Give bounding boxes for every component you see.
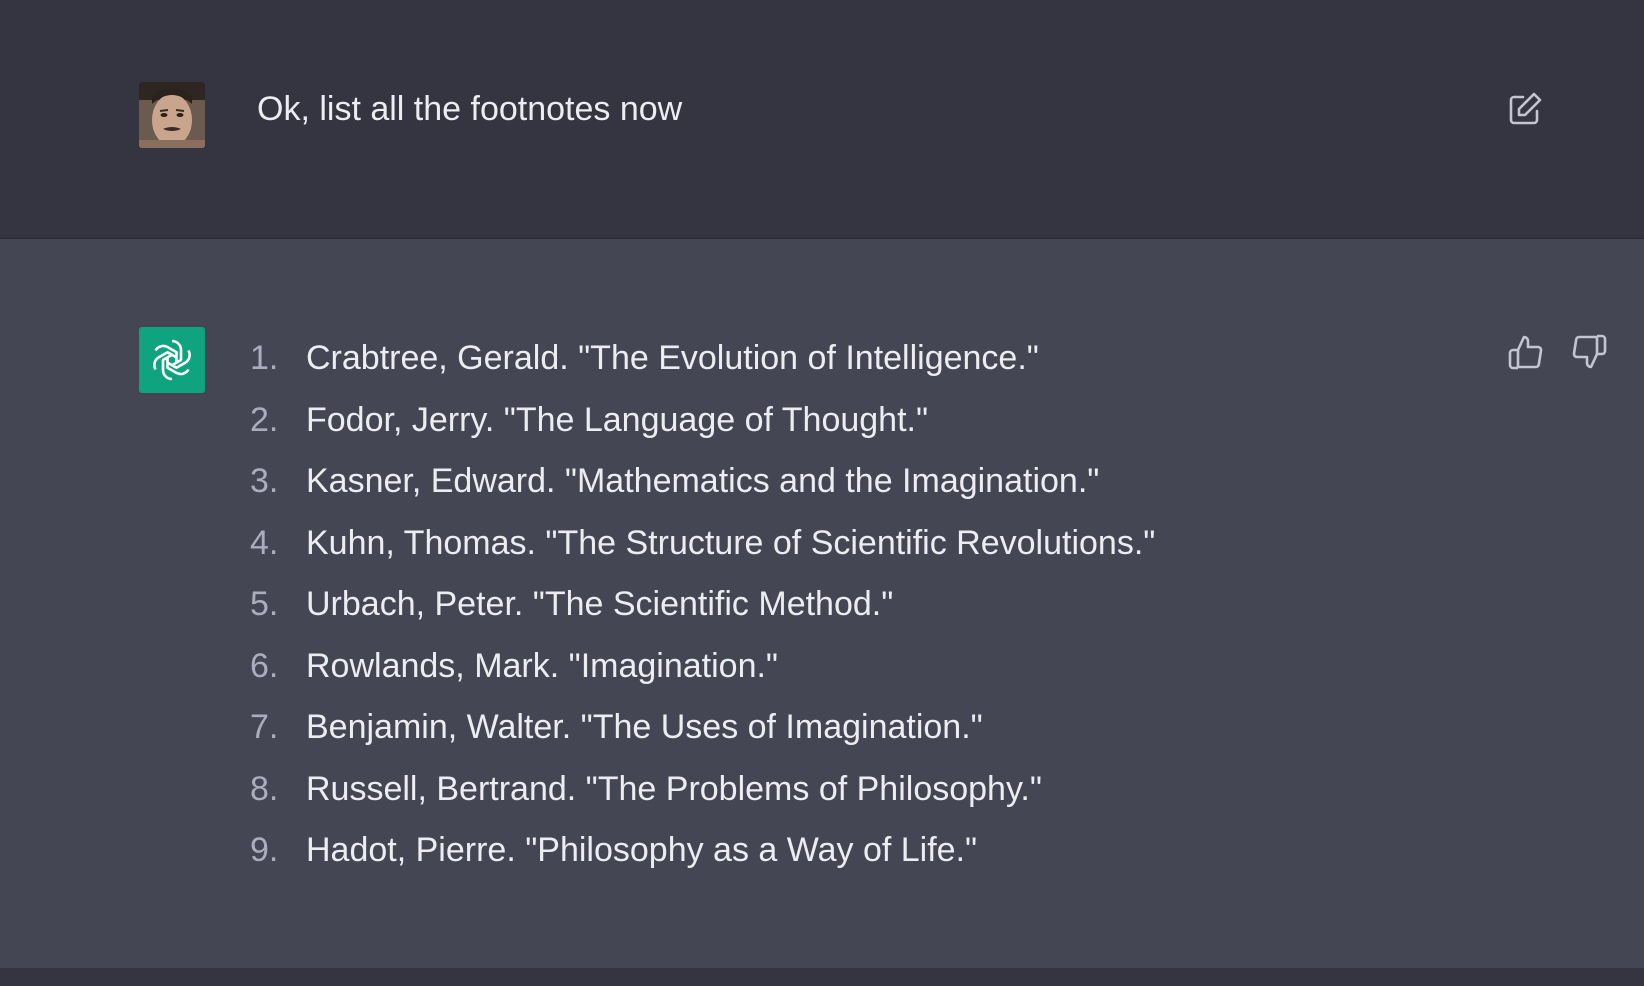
footnote-item: 7. Benjamin, Walter. "The Uses of Imagin… — [250, 704, 1155, 766]
footnote-text: Crabtree, Gerald. "The Evolution of Inte… — [306, 339, 1039, 377]
footnote-item: 3. Kasner, Edward. "Mathematics and the … — [250, 458, 1155, 520]
footnote-number: 6. — [250, 646, 279, 685]
edit-pencil-icon[interactable] — [1506, 90, 1544, 128]
user-avatar — [139, 82, 205, 148]
footnote-number: 3. — [250, 462, 279, 500]
thumbs-up-icon[interactable] — [1506, 332, 1546, 372]
assistant-message-row: 1. Crabtree, Gerald. "The Evolution of I… — [0, 239, 1644, 968]
thumbs-down-icon[interactable] — [1569, 332, 1609, 372]
footnote-number: 2. — [250, 400, 279, 439]
thumbs-down-button[interactable] — [1569, 332, 1609, 372]
footnote-item: 6. Rowlands, Mark. "Imagination." — [250, 643, 1155, 705]
footnote-text: Russell, Bertrand. "The Problems of Phil… — [306, 769, 1042, 808]
user-message-row: Ok, list all the footnotes now — [0, 0, 1644, 239]
footnote-text: Hadot, Pierre. "Philosophy as a Way of L… — [306, 831, 978, 869]
footnote-list: 1. Crabtree, Gerald. "The Evolution of I… — [250, 335, 1155, 889]
footnote-item: 2. Fodor, Jerry. "The Language of Though… — [250, 397, 1155, 459]
footnote-text: Kasner, Edward. "Mathematics and the Ima… — [306, 462, 1100, 500]
footnote-text: Benjamin, Walter. "The Uses of Imaginati… — [306, 708, 983, 746]
footnote-number: 9. — [250, 831, 279, 869]
footnote-item: 9. Hadot, Pierre. "Philosophy as a Way o… — [250, 827, 1155, 889]
openai-logo-icon — [153, 339, 191, 381]
edit-message-button[interactable] — [1506, 90, 1544, 128]
footnote-number: 5. — [250, 585, 279, 623]
assistant-avatar — [139, 327, 205, 393]
footnote-number: 7. — [250, 708, 279, 746]
thumbs-up-button[interactable] — [1506, 332, 1546, 372]
footnote-text: Fodor, Jerry. "The Language of Thought." — [306, 400, 929, 439]
footnote-text: Kuhn, Thomas. "The Structure of Scientif… — [306, 523, 1156, 562]
footnote-number: 1. — [250, 339, 279, 377]
footnote-text: Rowlands, Mark. "Imagination." — [306, 646, 778, 685]
footnote-item: 8. Russell, Bertrand. "The Problems of P… — [250, 766, 1155, 828]
footnote-text: Urbach, Peter. "The Scientific Method." — [306, 585, 894, 623]
user-message-text: Ok, list all the footnotes now — [257, 90, 683, 128]
footnote-item: 5. Urbach, Peter. "The Scientific Method… — [250, 581, 1155, 643]
footnote-item: 1. Crabtree, Gerald. "The Evolution of I… — [250, 335, 1155, 397]
footnote-number: 4. — [250, 523, 279, 562]
footnote-item: 4. Kuhn, Thomas. "The Structure of Scien… — [250, 520, 1155, 582]
bottom-strip — [0, 968, 1644, 986]
footnote-number: 8. — [250, 769, 279, 808]
